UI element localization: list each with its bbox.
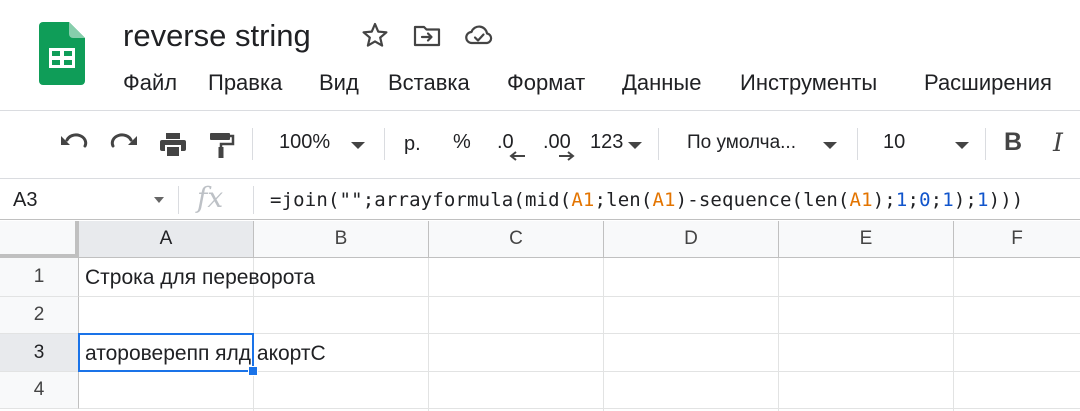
cell-a1[interactable]: Строка для переворота bbox=[85, 260, 315, 296]
sheet-grid: A B C D E F 1 2 3 4 Строка для переворот… bbox=[0, 221, 1080, 411]
cell-a2[interactable] bbox=[79, 297, 253, 333]
header-divider bbox=[0, 110, 1080, 111]
formula-text: ;len( bbox=[594, 189, 653, 211]
toolbar-divider bbox=[384, 128, 385, 160]
print-icon[interactable] bbox=[158, 130, 188, 160]
currency-format-button[interactable]: р. bbox=[404, 133, 421, 156]
column-header-c[interactable]: C bbox=[429, 221, 604, 258]
star-icon[interactable] bbox=[360, 20, 390, 50]
formula-number: 1 bbox=[895, 189, 908, 211]
menu-item-edit[interactable]: Правка bbox=[208, 66, 282, 100]
cloud-saved-icon[interactable] bbox=[464, 20, 494, 50]
formula-text: ; bbox=[930, 189, 943, 211]
formula-text: ); bbox=[872, 189, 896, 211]
menu-item-insert[interactable]: Вставка bbox=[388, 66, 470, 100]
menu-item-tools[interactable]: Инструменты bbox=[740, 66, 877, 100]
font-size-select[interactable]: 10 bbox=[883, 131, 905, 154]
formula-text: )-sequence(len( bbox=[675, 189, 850, 211]
formula-bottom-divider bbox=[0, 219, 1080, 220]
menu-item-format[interactable]: Формат bbox=[507, 66, 585, 100]
percent-format-button[interactable]: % bbox=[453, 131, 471, 154]
formula-ref: A1 bbox=[652, 189, 676, 211]
gridline bbox=[428, 258, 429, 411]
row-header-3[interactable]: 3 bbox=[0, 334, 79, 372]
more-formats-button[interactable]: 123 bbox=[590, 131, 623, 154]
row-header-1[interactable]: 1 bbox=[0, 258, 79, 297]
formula-text: ))) bbox=[988, 189, 1024, 211]
gridline bbox=[79, 408, 1080, 409]
row-header-4[interactable]: 4 bbox=[0, 372, 79, 409]
formula-ref: A1 bbox=[571, 189, 595, 211]
formula-number: 0 bbox=[919, 189, 931, 211]
column-header-b[interactable]: B bbox=[254, 221, 429, 258]
name-box[interactable]: A3 bbox=[13, 184, 37, 216]
zoom-select[interactable]: 100% bbox=[279, 131, 330, 154]
chevron-down-icon[interactable] bbox=[628, 142, 642, 149]
chevron-down-icon[interactable] bbox=[955, 142, 969, 149]
move-to-folder-icon[interactable] bbox=[412, 20, 442, 50]
italic-button[interactable]: I bbox=[1053, 128, 1063, 157]
gridline bbox=[603, 258, 604, 411]
toolbar-divider bbox=[658, 128, 659, 160]
formula-text: ; bbox=[907, 189, 920, 211]
paint-format-icon[interactable] bbox=[207, 130, 235, 160]
column-header-d[interactable]: D bbox=[604, 221, 779, 258]
bold-button[interactable]: B bbox=[1004, 128, 1022, 157]
arrow-left-icon bbox=[509, 151, 525, 161]
column-header-e[interactable]: E bbox=[779, 221, 954, 258]
menu-item-view[interactable]: Вид bbox=[319, 66, 359, 100]
menu-item-data[interactable]: Данные bbox=[622, 66, 701, 100]
redo-icon[interactable] bbox=[108, 130, 140, 160]
toolbar-divider bbox=[857, 128, 858, 160]
formula-number: 1 bbox=[942, 189, 954, 211]
formula-number: 1 bbox=[977, 189, 989, 211]
toolbar-bottom-divider bbox=[0, 178, 1080, 179]
arrow-right-icon bbox=[559, 151, 575, 161]
formula-text: =join("";arrayformula(mid( bbox=[270, 189, 572, 211]
formula-divider bbox=[253, 186, 254, 214]
font-family-select[interactable]: По умолча... bbox=[687, 132, 796, 154]
gridline bbox=[953, 258, 954, 411]
select-all-corner[interactable] bbox=[0, 221, 79, 258]
document-title[interactable]: reverse string bbox=[123, 16, 311, 56]
column-header-f[interactable]: F bbox=[954, 221, 1080, 258]
formula-text: ); bbox=[953, 189, 978, 211]
cell-selection-border bbox=[78, 333, 254, 372]
name-box-dropdown-icon[interactable] bbox=[154, 197, 164, 203]
row-header-2[interactable]: 2 bbox=[0, 297, 79, 334]
column-header-a[interactable]: A bbox=[79, 221, 254, 258]
formula-ref: A1 bbox=[849, 189, 873, 211]
menu-item-extensions[interactable]: Расширения bbox=[924, 66, 1052, 100]
gridline bbox=[778, 258, 779, 411]
menu-item-file[interactable]: Файл bbox=[123, 66, 177, 100]
formula-divider bbox=[178, 186, 179, 214]
cell-a4[interactable] bbox=[79, 372, 253, 408]
chevron-down-icon[interactable] bbox=[823, 142, 837, 149]
toolbar-divider bbox=[252, 128, 253, 160]
menu-bar: Файл Правка Вид Вставка Формат Данные Ин… bbox=[0, 66, 1080, 100]
formula-input[interactable]: =join("";arrayformula(mid(A1;len(A1)-seq… bbox=[270, 184, 1023, 216]
toolbar-divider bbox=[985, 128, 986, 160]
fill-handle[interactable] bbox=[248, 366, 258, 376]
chevron-down-icon[interactable] bbox=[351, 142, 365, 149]
fx-icon: fx bbox=[197, 181, 224, 214]
undo-icon[interactable] bbox=[58, 130, 90, 160]
